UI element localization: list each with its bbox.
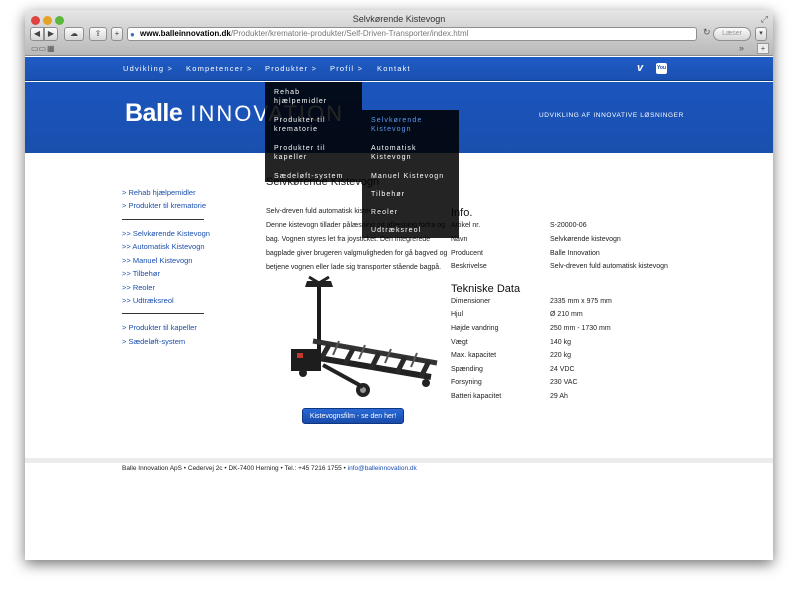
sidebar-link-automatisk[interactable]: >> Automatisk Kistevogn — [122, 242, 205, 251]
bookmarks-overflow-icon[interactable]: » — [739, 43, 744, 53]
submenu-item-udtraeksreol[interactable]: Udtræksreol — [371, 226, 421, 235]
forward-button[interactable]: ▶ — [44, 27, 58, 41]
description-line: bagplade giver brugeren valgmuligheden f… — [266, 250, 448, 257]
fullscreen-icon[interactable]: ⤢ — [761, 14, 768, 25]
tech-value: 220 kg — [550, 352, 572, 359]
browser-window: Selvkørende Kistevogn ⤢ ◀ ▶ ☁ ⇪ + ● www.… — [25, 10, 773, 560]
nav-kontakt[interactable]: Kontakt — [377, 64, 411, 73]
sidebar-link-saedeloft[interactable]: > Sædeløft-system — [122, 337, 185, 346]
sidebar-link-kapeller[interactable]: > Produkter til kapeller — [122, 323, 197, 332]
sidebar-divider — [122, 219, 204, 220]
footer-divider — [25, 458, 773, 463]
produkter-dropdown: Rehab hjælpemidler Produkter til kremato… — [265, 82, 362, 182]
dropdown-item-saedeloft[interactable]: Sædeløft-system — [274, 172, 343, 181]
tech-value: 250 mm - 1730 mm — [550, 325, 611, 332]
reload-icon[interactable]: ↻ — [703, 27, 713, 38]
nav-udvikling[interactable]: Udvikling > — [123, 64, 173, 73]
share-icon: ⇪ — [94, 29, 102, 38]
sidebar-link-manuel[interactable]: >> Manuel Kistevogn — [122, 256, 192, 265]
add-tab-icon[interactable]: + — [757, 43, 769, 54]
info-key: Producent — [451, 250, 483, 257]
globe-icon: ● — [130, 30, 135, 39]
back-icon: ◀ — [33, 29, 41, 38]
footer: Balle Innovation ApS • Cedervej 2c • DK-… — [122, 465, 417, 472]
share-button[interactable]: ⇪ — [89, 27, 107, 41]
tech-value: 140 kg — [550, 339, 572, 346]
tech-key: Hjul — [451, 311, 464, 318]
tech-key: Dimensioner — [451, 298, 491, 305]
icloud-tabs-button[interactable]: ☁ — [64, 27, 84, 41]
krematorie-submenu: Selvkørende Kistevogn Automatisk Kistevo… — [362, 110, 459, 238]
sidebar-link-selvkorende[interactable]: >> Selvkørende Kistevogn — [122, 229, 210, 238]
tech-key: Max. kapacitet — [451, 352, 497, 359]
reader-button[interactable]: Læser — [713, 27, 751, 41]
tech-value: Ø 210 mm — [550, 311, 583, 318]
browser-toolbar: Selvkørende Kistevogn ⤢ ◀ ▶ ☁ ⇪ + ● www.… — [25, 10, 773, 56]
info-value: Selv-dreven fuld automatisk kistevogn — [550, 263, 668, 270]
plus-icon: + — [114, 29, 120, 38]
dropdown-item-rehab[interactable]: Rehab hjælpemidler — [274, 88, 354, 106]
dropdown-item-kapeller[interactable]: Produkter til kapeller — [274, 144, 354, 162]
sidebar-link-udtraeksreol[interactable]: >> Udtræksreol — [122, 296, 174, 305]
film-button[interactable]: Kistevognsfilm - se den her! — [302, 408, 404, 424]
downloads-button[interactable]: ▾ — [755, 27, 767, 41]
cloud-icon: ☁ — [70, 29, 78, 38]
nav-profil[interactable]: Profil > — [330, 64, 363, 73]
tech-key: Højde vandring — [451, 325, 499, 332]
url-domain: www.balleinnovation.dk — [140, 29, 231, 38]
footer-email-link[interactable]: info@balleinnovation.dk — [348, 465, 417, 472]
new-tab-button[interactable]: + — [111, 27, 123, 41]
info-key: Beskrivelse — [451, 263, 487, 270]
vimeo-icon[interactable]: v — [637, 62, 643, 74]
sidebar-link-krematorie[interactable]: > Produkter til krematorie — [122, 201, 206, 210]
info-value: Selvkørende kistevogn — [550, 236, 621, 243]
dropdown-item-krematorie[interactable]: Produkter til krematorie — [274, 116, 354, 134]
book-icon[interactable]: ▭▭ — [31, 44, 46, 53]
submenu-item-tilbehor[interactable]: Tilbehør — [371, 190, 405, 199]
info-value: S-20000-06 — [550, 222, 587, 229]
grid-icon[interactable]: ▦ — [47, 44, 55, 53]
tech-key: Forsyning — [451, 379, 482, 386]
web-page: Udvikling > Kompetencer > Produkter > Pr… — [25, 57, 773, 560]
sidebar-link-reoler[interactable]: >> Reoler — [122, 283, 155, 292]
tech-key: Spænding — [451, 366, 483, 373]
product-image — [291, 275, 438, 397]
sidebar-link-tilbehor[interactable]: >> Tilbehør — [122, 269, 160, 278]
top-navigation: Udvikling > Kompetencer > Produkter > Pr… — [25, 57, 773, 82]
tech-key: Vægt — [451, 339, 468, 346]
tech-key: Batteri kapacitet — [451, 393, 502, 400]
sidebar-divider — [122, 313, 204, 314]
submenu-item-automatisk[interactable]: Automatisk Kistevogn — [371, 144, 451, 162]
sidebar-link-rehab[interactable]: > Rehab hjælpemidler — [122, 188, 196, 197]
footer-address: Balle Innovation ApS • Cedervej 2c • DK-… — [122, 465, 348, 472]
tech-value: 2335 mm x 975 mm — [550, 298, 612, 305]
back-button[interactable]: ◀ — [30, 27, 44, 41]
nav-kompetencer[interactable]: Kompetencer > — [186, 64, 253, 73]
tagline: UDVIKLING AF INNOVATIVE LØSNINGER — [539, 112, 684, 119]
forward-icon: ▶ — [47, 29, 55, 38]
youtube-icon[interactable]: You Tube — [656, 63, 668, 82]
tech-heading: Tekniske Data — [451, 283, 521, 295]
url-path: /Produkter/krematorie-produkter/Self-Dri… — [230, 29, 469, 38]
tech-value: 230 VAC — [550, 379, 578, 386]
info-value: Balle Innovation — [550, 250, 600, 257]
nav-produkter[interactable]: Produkter > — [265, 64, 317, 73]
submenu-item-selvkorende[interactable]: Selvkørende Kistevogn — [371, 116, 451, 134]
tech-value: 29 Ah — [550, 393, 568, 400]
logo-bold: Balle — [125, 99, 183, 127]
window-title: Selvkørende Kistevogn — [352, 14, 446, 24]
submenu-item-manuel[interactable]: Manuel Kistevogn — [371, 172, 444, 181]
address-bar[interactable]: ● www.balleinnovation.dk/Produkter/krema… — [127, 27, 697, 41]
tech-value: 24 VDC — [550, 366, 575, 373]
submenu-item-reoler[interactable]: Reoler — [371, 208, 398, 217]
